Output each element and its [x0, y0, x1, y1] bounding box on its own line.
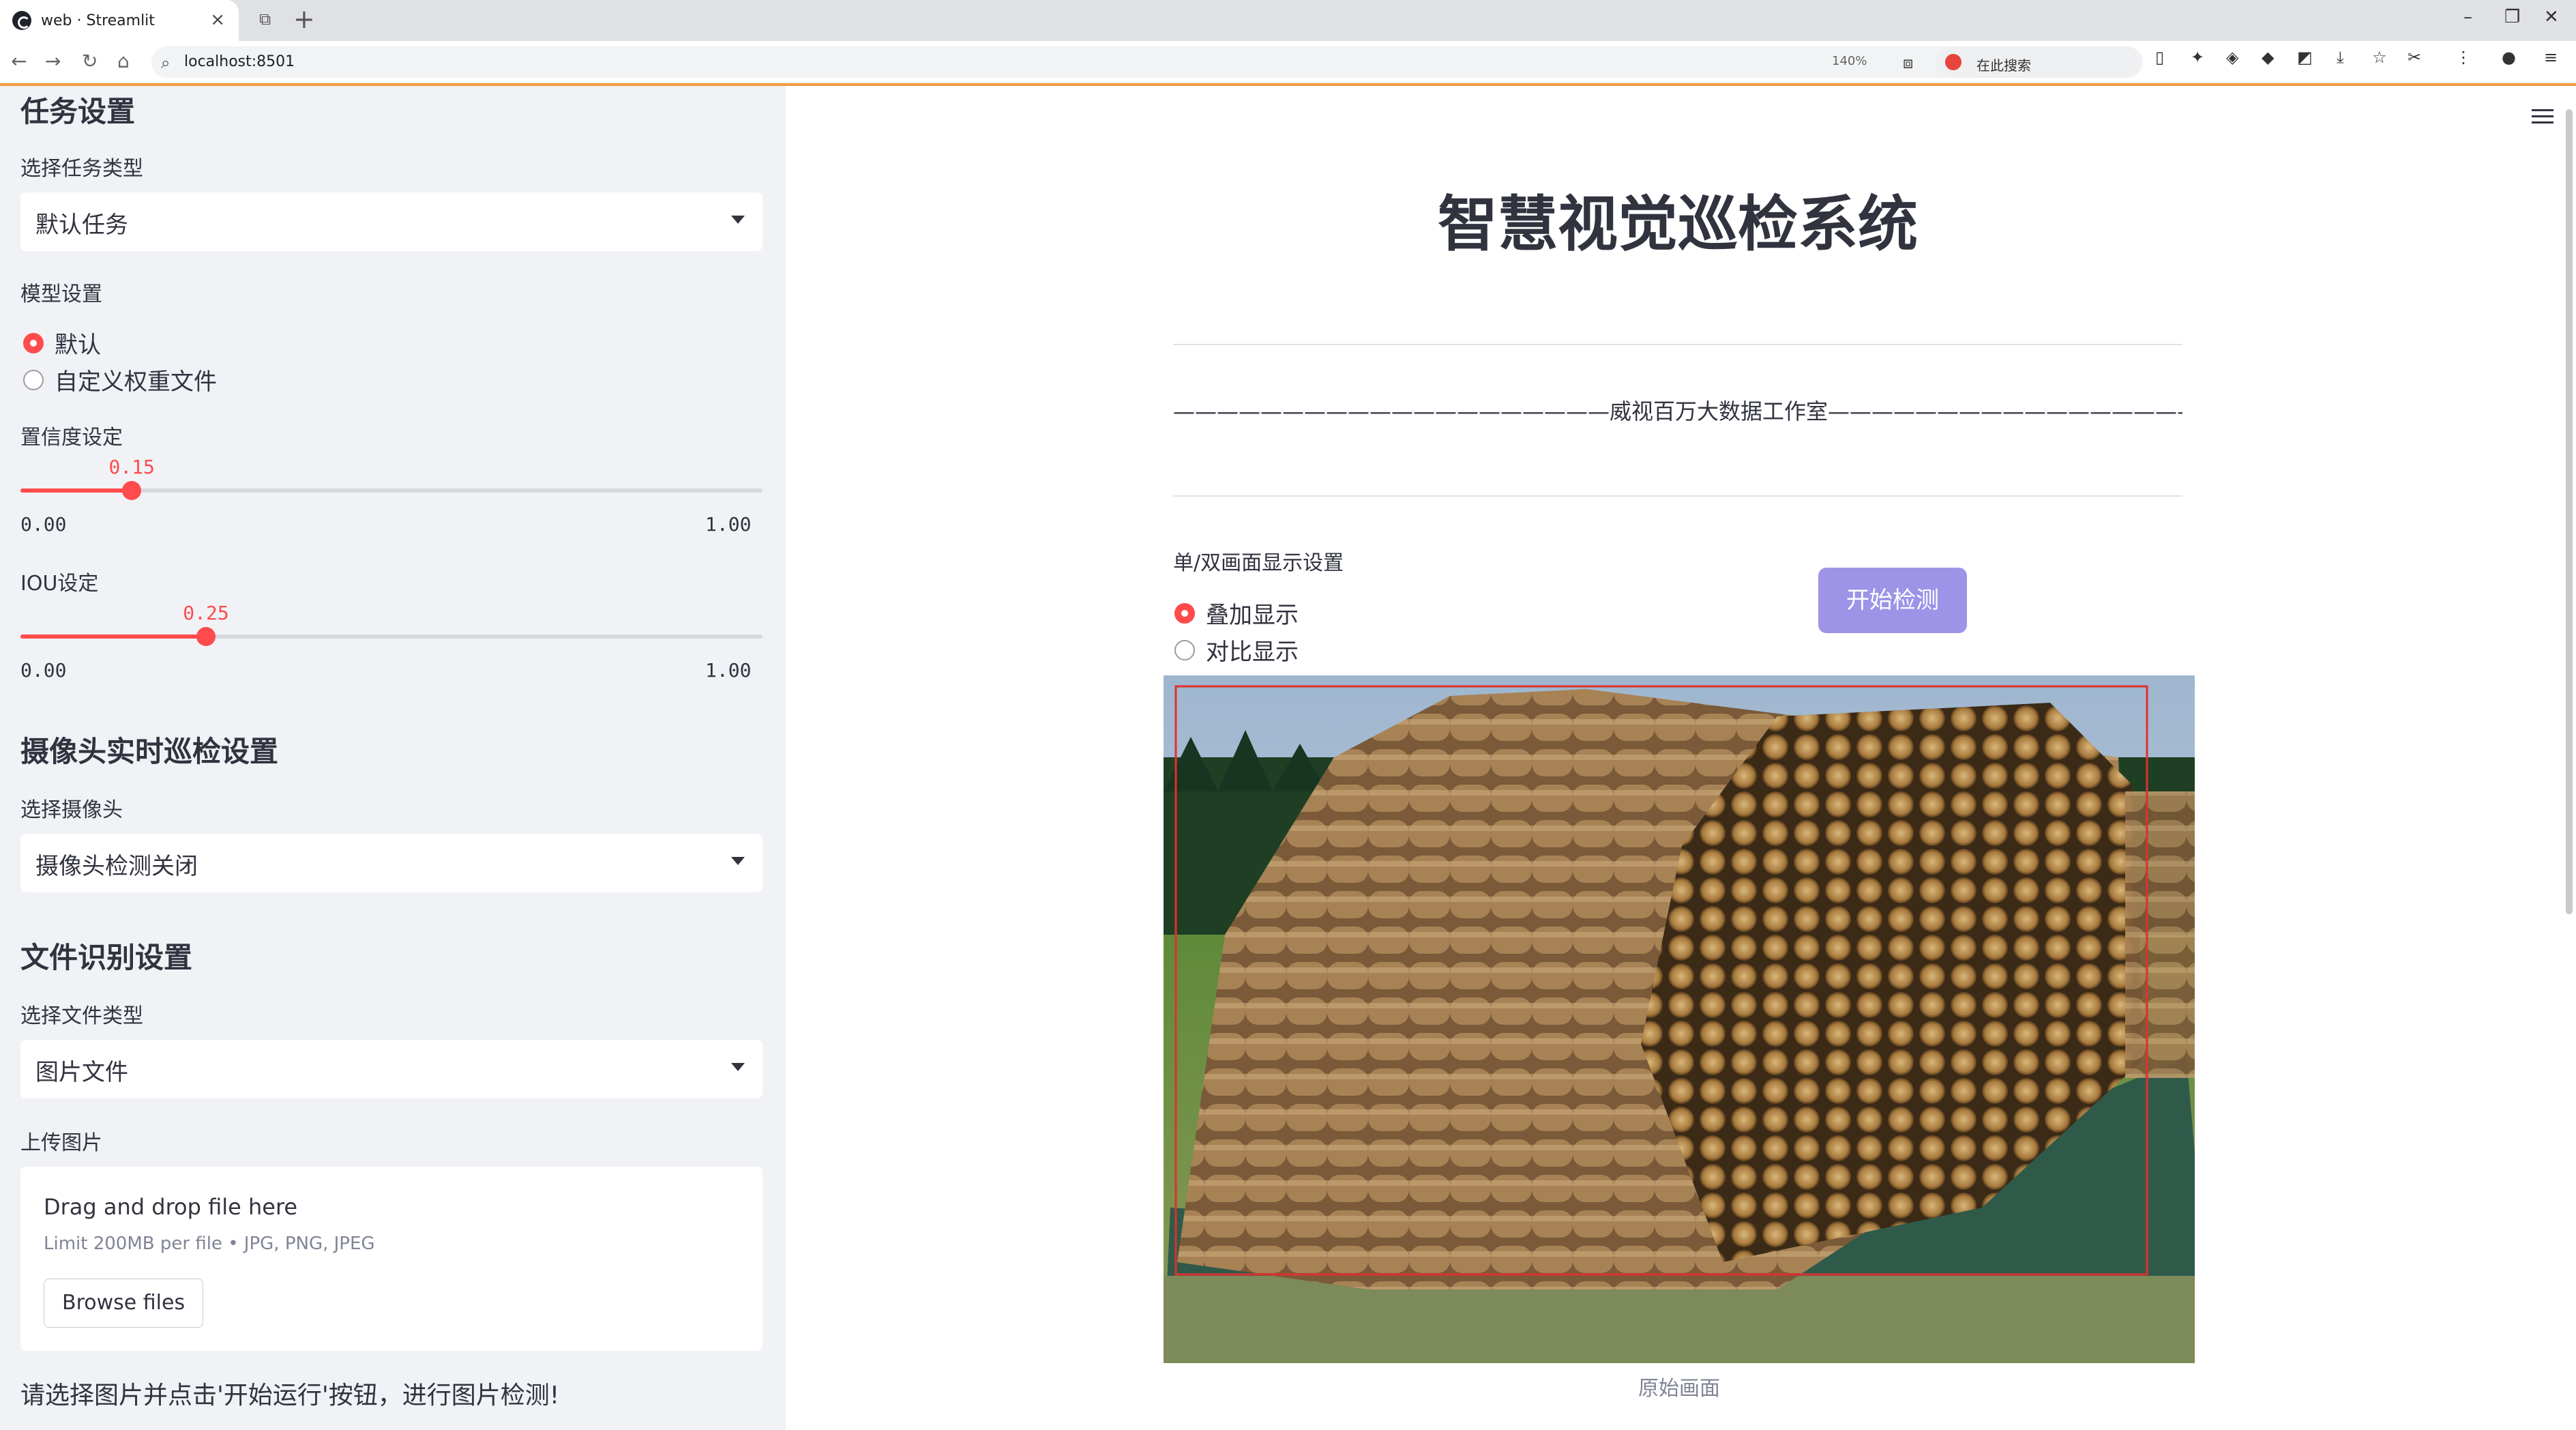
dropzone-title: Drag and drop file here [44, 1194, 298, 1220]
reader-icon[interactable]: ▯ [2155, 48, 2164, 67]
dropzone-limit: Limit 200MB per file • JPG, PNG, JPEG [44, 1234, 375, 1254]
extension-icon[interactable]: ◆ [2262, 48, 2274, 67]
image-caption: 原始画面 [1638, 1377, 1720, 1401]
studio-subtitle: ————————————————————威视百万大数据工作室——————————… [1173, 398, 2182, 424]
camera-value: 摄像头检测关闭 [35, 853, 198, 880]
favorites-icon[interactable]: ☆ [2372, 48, 2387, 67]
restore-icon[interactable]: ❐ [2504, 7, 2520, 27]
more-vertical-icon[interactable]: ⋮ [2455, 48, 2472, 67]
display-mode-label: 单/双画面显示设置 [1173, 551, 1344, 575]
confidence-value: 0.15 [108, 456, 155, 478]
scrollbar[interactable] [2566, 109, 2573, 914]
app-menu-icon[interactable] [2532, 109, 2553, 124]
menu-icon[interactable]: ≡ [2544, 48, 2558, 67]
tab-groups-icon[interactable]: ⧉ [259, 10, 271, 29]
model-option-label: 自定义权重文件 [55, 368, 217, 396]
camera-select[interactable]: 摄像头检测关闭 [20, 834, 763, 892]
iou-min: 0.00 [20, 659, 67, 682]
divider [1173, 495, 2182, 497]
iou-value: 0.25 [183, 602, 229, 624]
model-option-default[interactable]: 默认 [23, 326, 101, 360]
radio-selected-icon[interactable] [23, 332, 44, 353]
zoom-level[interactable]: 140% [1832, 54, 1867, 68]
profile-avatar-icon[interactable]: ● [2502, 48, 2516, 67]
display-option-compare[interactable]: 对比显示 [1174, 633, 1299, 667]
search-icon: ⌕ [161, 53, 171, 72]
model-option-custom[interactable]: 自定义权重文件 [23, 363, 217, 396]
task-type-value: 默认任务 [35, 211, 128, 239]
model-option-label: 默认 [55, 332, 101, 359]
home-icon[interactable]: ⌂ [117, 50, 130, 72]
file-type-select[interactable]: 图片文件 [20, 1040, 763, 1098]
model-settings-label: 模型设置 [20, 282, 102, 306]
task-type-select[interactable]: 默认任务 [20, 192, 763, 251]
download-icon[interactable]: ⤓ [2337, 48, 2344, 67]
file-dropzone[interactable]: Drag and drop file here Limit 200MB per … [20, 1167, 763, 1351]
url-text: localhost:8501 [184, 53, 295, 70]
confidence-min: 0.00 [20, 513, 67, 536]
display-option-label: 叠加显示 [1206, 602, 1299, 629]
start-detection-button[interactable]: 开始检测 [1818, 568, 1967, 633]
divider [1173, 344, 2182, 345]
display-option-label: 对比显示 [1206, 639, 1299, 666]
extension-icon[interactable]: ◈ [2226, 48, 2238, 67]
display-option-overlay[interactable]: 叠加显示 [1174, 596, 1299, 630]
browser-tab[interactable]: web · Streamlit × [0, 0, 239, 41]
browse-files-button[interactable]: Browse files [44, 1279, 204, 1328]
new-tab-icon[interactable]: + [293, 5, 315, 33]
tab-close-icon[interactable]: × [210, 11, 225, 29]
translate-icon[interactable]: ⧈ [1903, 53, 1913, 72]
reload-icon[interactable]: ↻ [82, 50, 98, 72]
chevron-down-icon [731, 857, 745, 865]
tab-title: web · Streamlit [41, 12, 155, 29]
page-title: 智慧视觉巡检系统 [1437, 189, 1918, 259]
confidence-slider[interactable] [20, 481, 763, 500]
log-pile-photo [1164, 675, 2195, 1363]
back-icon[interactable]: ← [11, 50, 27, 72]
radio-unselected-icon[interactable] [23, 369, 44, 390]
confidence-slider-handle[interactable] [122, 481, 142, 500]
streamlit-favicon-icon [12, 11, 31, 30]
iou-slider-handle[interactable] [196, 627, 216, 646]
camera-label: 选择摄像头 [20, 798, 123, 822]
confidence-max: 1.00 [705, 513, 752, 536]
extension-icon[interactable]: ✦ [2191, 48, 2204, 67]
file-type-value: 图片文件 [35, 1059, 128, 1086]
browser-toolbar: ← → ↻ ⌂ ⌕ localhost:8501 140% ⧈ ϟ ◙ ➦ ☆ … [0, 41, 2576, 83]
camera-settings-heading: 摄像头实时巡检设置 [20, 735, 279, 768]
browser-tab-bar: web · Streamlit × ⧉ + – ❐ ✕ [0, 0, 2576, 41]
upload-label: 上传图片 [20, 1131, 102, 1155]
file-settings-heading: 文件识别设置 [20, 941, 193, 974]
file-type-label: 选择文件类型 [20, 1004, 143, 1028]
iou-max: 1.00 [705, 659, 752, 682]
forward-icon[interactable]: → [45, 50, 61, 72]
sidebar-info-text: 请选择图片并点击'开始运行'按钮，进行图片检测! [20, 1382, 560, 1410]
task-settings-heading: 任务设置 [20, 95, 136, 128]
browser-search-box[interactable]: 在此搜索 [1936, 46, 2140, 78]
iou-slider[interactable] [20, 627, 763, 646]
chevron-down-icon [731, 216, 745, 224]
extension-icon[interactable]: ◩ [2297, 48, 2313, 67]
scissors-icon[interactable]: ✂ [2408, 48, 2421, 67]
search-placeholder: 在此搜索 [1977, 57, 2031, 74]
iou-slider-fill [20, 634, 206, 639]
close-window-icon[interactable]: ✕ [2544, 7, 2559, 27]
minimize-icon[interactable]: – [2463, 7, 2472, 27]
chevron-down-icon [731, 1063, 745, 1071]
radio-selected-icon[interactable] [1174, 602, 1195, 624]
task-type-label: 选择任务类型 [20, 157, 143, 181]
search-engine-icon [1945, 54, 1961, 70]
confidence-label: 置信度设定 [20, 426, 123, 450]
radio-unselected-icon[interactable] [1174, 639, 1195, 660]
iou-label: IOU设定 [20, 572, 99, 596]
detection-image [1164, 675, 2195, 1363]
address-bar[interactable]: ⌕ localhost:8501 140% ⧈ ϟ ◙ ➦ ☆ [151, 46, 2143, 78]
confidence-slider-fill [20, 488, 132, 493]
